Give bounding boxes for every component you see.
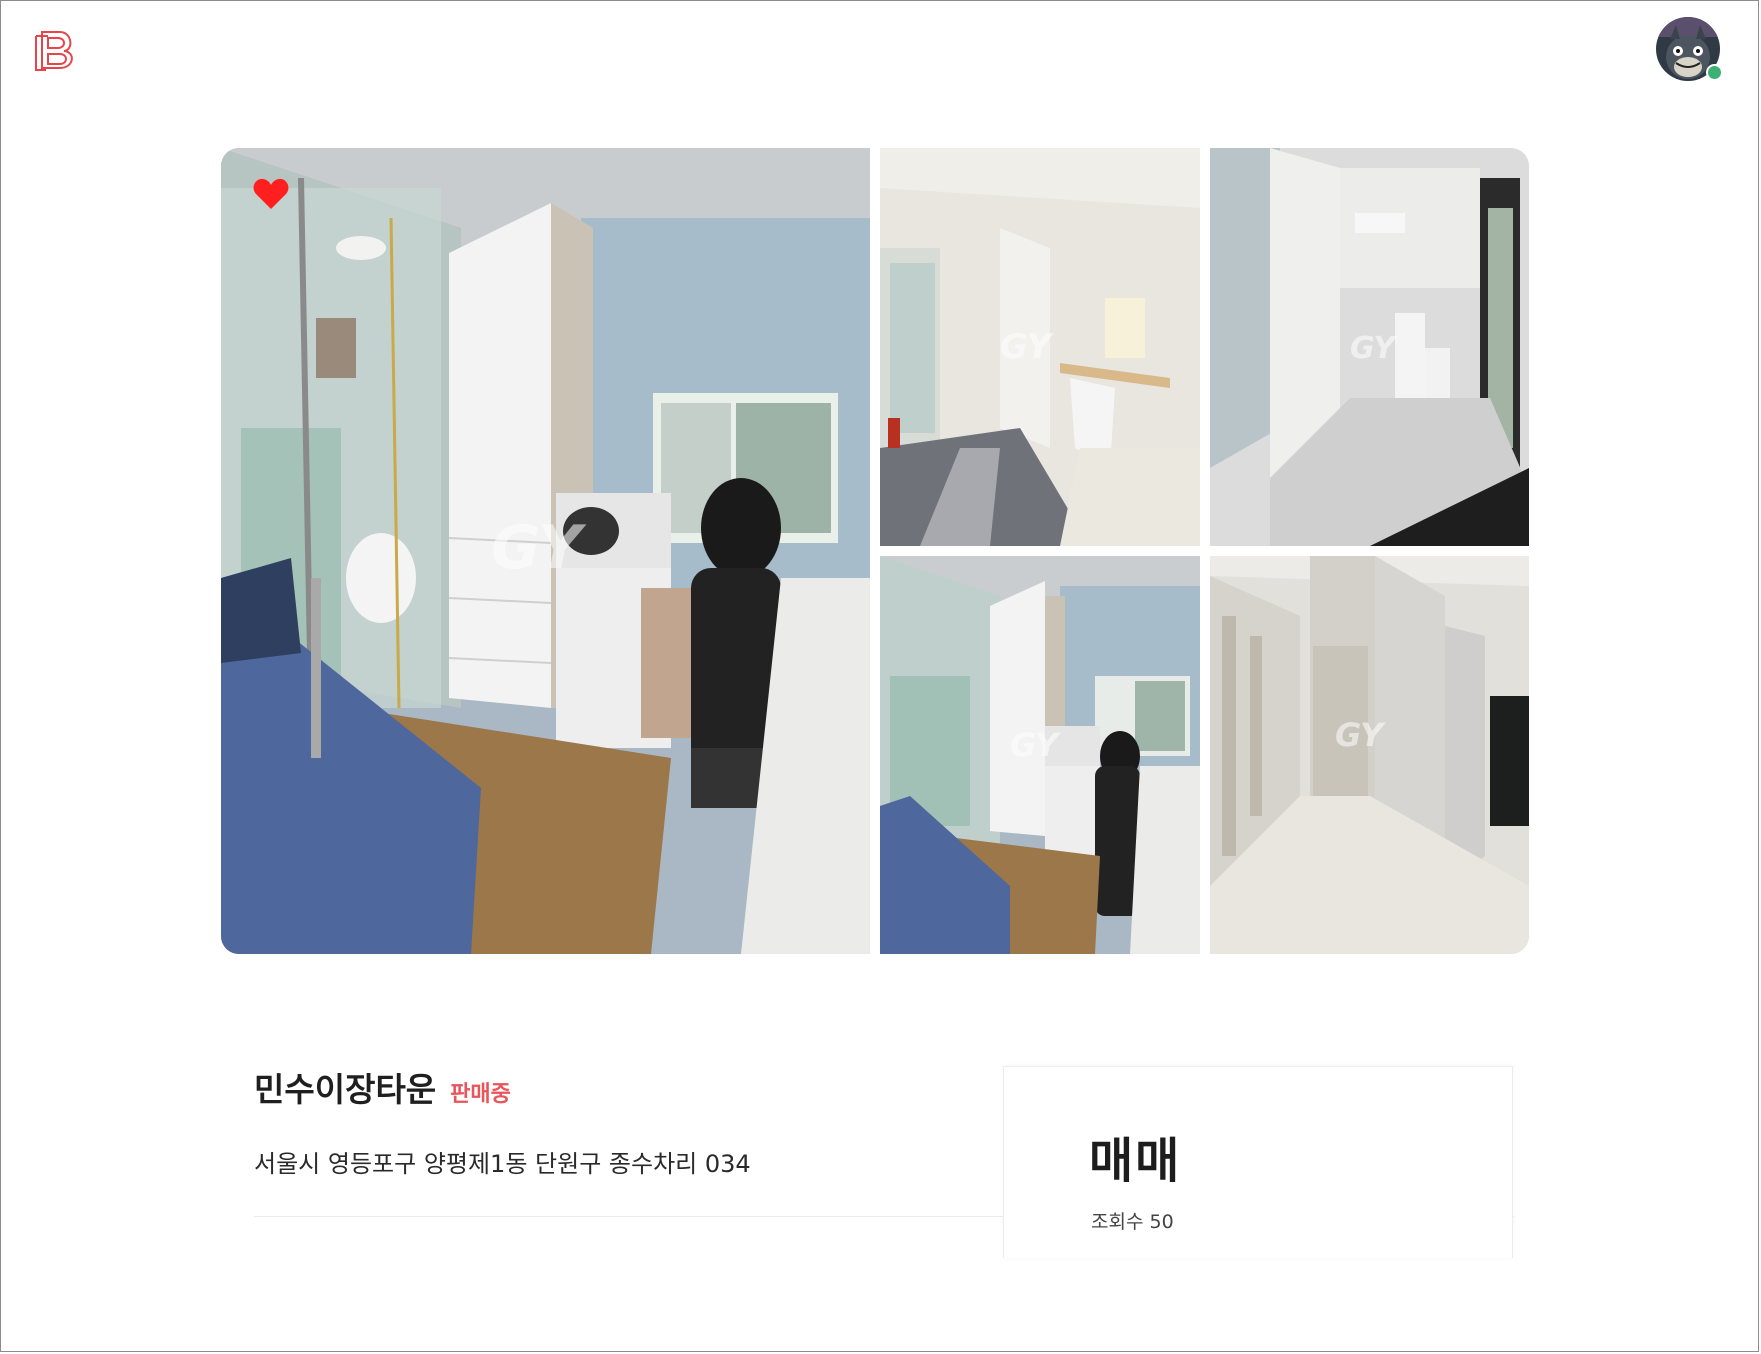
room-photo-4[interactable]: GY (880, 556, 1200, 954)
online-status-dot (1706, 64, 1723, 81)
svg-text:GY: GY (491, 513, 587, 583)
view-count: 조회수 50 (1091, 1211, 1174, 1233)
room-photo-2[interactable]: GY (880, 148, 1200, 546)
heart-icon[interactable] (253, 178, 289, 210)
deal-card: 매매 조회수 50 (1003, 1066, 1513, 1258)
svg-text:GY: GY (1350, 331, 1398, 366)
listing-title-row: 민수이장타운 판매중 (254, 1063, 511, 1111)
svg-text:GY: GY (1010, 726, 1061, 764)
photo-gallery: GY GY GY GY GY (221, 148, 1529, 954)
brand-logo-icon[interactable] (34, 30, 80, 72)
room-photo-5[interactable]: GY (1210, 556, 1529, 954)
listing-title: 민수이장타운 (254, 1070, 437, 1109)
room-photo-3[interactable]: GY (1210, 148, 1529, 546)
svg-text:GY: GY (1000, 327, 1055, 367)
status-badge: 판매중 (450, 1082, 511, 1107)
room-photo-main[interactable]: GY (221, 148, 870, 954)
listing-address: 서울시 영등포구 양평제1동 단원구 종수차리 034 (254, 1150, 751, 1178)
deal-type: 매매 (1089, 1133, 1182, 1189)
svg-text:GY: GY (1335, 716, 1386, 754)
